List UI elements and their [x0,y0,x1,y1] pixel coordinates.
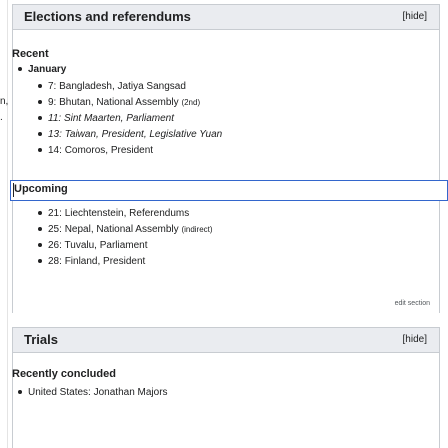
list-item[interactable]: 9: Bhutan, National Assembly (2nd) [38,95,200,110]
list-item[interactable]: 13: Taiwan, President, Legislative Yuan [38,127,222,142]
list-item[interactable]: 26: Tuvalu, Parliament [38,238,148,253]
bullet-icon [38,132,42,137]
bullet-icon [38,227,42,232]
country-link[interactable]: Comoros [65,145,106,156]
elections-section-title: Elections and referendums [24,9,191,24]
country-link[interactable]: Liechtenstein [65,208,124,219]
elections-section-header: Elections and referendums [hide] [12,4,440,30]
recent-subheading: Recent [12,48,49,60]
country-link[interactable]: Bhutan [59,97,91,108]
bullet-icon [38,243,42,248]
country-link[interactable]: Nepal [65,224,91,235]
bullet-icon [38,100,42,105]
country-link[interactable]: Taiwan [65,129,96,140]
country-link[interactable]: Sint Maarten [64,113,121,124]
bullet-icon [18,390,22,395]
country-link[interactable]: Bangladesh [59,81,112,92]
country-link[interactable]: United States [28,387,88,398]
elections-hide-toggle[interactable]: [hide] [403,11,427,22]
trials-section-header: Trials [hide] [12,327,440,353]
list-item[interactable]: United States: Jonathan Majors [18,385,168,400]
list-item[interactable]: 21: Liechtenstein, Referendums [38,206,189,221]
list-item[interactable]: 14: Comoros, President [38,143,153,158]
list-item[interactable]: 28: Finland, President [38,254,145,269]
bullet-icon [18,67,22,72]
bullet-icon [38,259,42,264]
edit-section-link[interactable]: edit section [395,300,430,307]
list-item[interactable]: 11: Sint Maarten, Parliament [38,111,174,126]
upcoming-subheading: Upcoming [14,183,68,195]
current-events-sidebar: Elections and referendums [hide] Recent … [10,0,448,448]
trials-hide-toggle[interactable]: [hide] [403,334,427,345]
upcoming-heading-edit-box[interactable]: Upcoming [10,180,448,201]
recently-concluded-subheading: Recently concluded [12,368,116,380]
country-link[interactable]: Tuvalu [65,240,95,251]
country-link[interactable]: Finland [65,256,98,267]
bullet-icon [38,116,42,121]
trials-section-title: Trials [24,332,58,347]
bullet-icon [38,211,42,216]
bullet-icon [38,148,42,153]
bullet-icon [38,84,42,89]
month-january[interactable]: January [18,62,66,77]
left-text-fragment: . [0,112,3,123]
page-divider [7,0,8,448]
left-page-edge: n, . [0,0,10,448]
list-item[interactable]: 25: Nepal, National Assembly (indirect) [38,222,213,237]
left-text-fragment: n, [0,96,9,107]
list-item[interactable]: 7: Bangladesh, Jatiya Sangsad [38,79,186,94]
